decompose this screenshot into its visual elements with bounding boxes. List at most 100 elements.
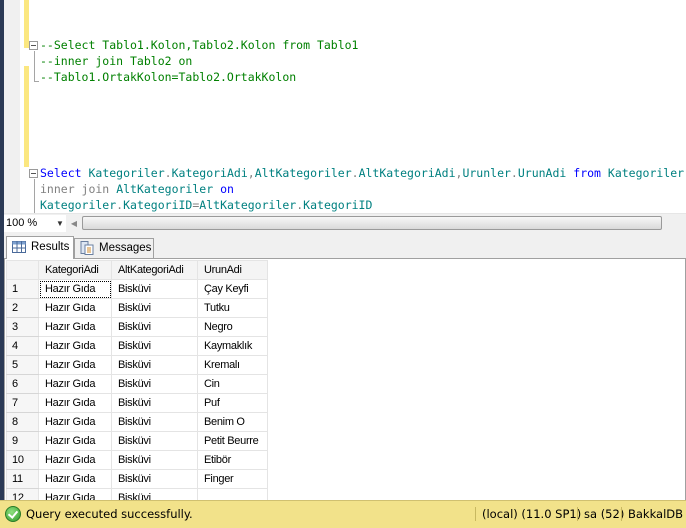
collapse-icon[interactable] (29, 41, 38, 50)
grid-cell[interactable]: Bisküvi (111, 488, 198, 500)
column-header[interactable]: AltKategoriAdi (111, 260, 198, 280)
grid-cell[interactable]: Bisküvi (111, 279, 198, 299)
grid-cell[interactable]: Hazır Gıda (38, 450, 112, 470)
row-number[interactable]: 12 (6, 488, 39, 500)
grid-cell[interactable]: Puf (197, 393, 268, 413)
grid-cell[interactable]: Finger (197, 469, 268, 489)
code-token: AltKategoriAdi (358, 166, 456, 180)
code-token: Select (40, 166, 82, 180)
fold-guide (34, 51, 35, 81)
grid-cell[interactable]: Hazır Gıda (38, 298, 112, 318)
grid-cell[interactable]: Kremalı (197, 355, 268, 375)
grid-cell[interactable]: Bisküvi (111, 412, 198, 432)
grid-cell[interactable]: Cin (197, 374, 268, 394)
grid-header-row: KategoriAdi AltKategoriAdi UrunAdi (6, 260, 268, 280)
code-token: --Select Tablo1.Kolon,Tablo2.Kolon from … (40, 38, 359, 52)
row-number-header[interactable] (6, 260, 39, 280)
grid-cell[interactable]: Bisküvi (111, 374, 198, 394)
grid-cell[interactable]: Bisküvi (111, 336, 198, 356)
grid-icon (12, 241, 26, 253)
grid-cell[interactable]: Negro (197, 317, 268, 337)
grid-cell[interactable]: Bisküvi (111, 355, 198, 375)
grid-cell[interactable]: Hazır Gıda (38, 488, 112, 500)
row-number[interactable]: 7 (6, 393, 39, 413)
tab-messages[interactable]: Messages (74, 238, 154, 258)
row-number[interactable]: 5 (6, 355, 39, 375)
table-row[interactable]: 12 Hazır Gıda Bisküvi (6, 488, 268, 500)
query-editor[interactable]: --Select Tablo1.Kolon,Tablo2.Kolon from … (4, 0, 686, 213)
collapse-icon[interactable] (29, 169, 38, 178)
grid-cell[interactable]: Bisküvi (111, 469, 198, 489)
horizontal-scrollbar-thumb[interactable] (82, 216, 662, 230)
chevron-down-icon[interactable]: ▼ (54, 215, 66, 232)
grid-cell[interactable]: Çay Keyfi (197, 279, 268, 299)
grid-cell[interactable]: Hazır Gıda (38, 336, 112, 356)
column-header[interactable]: UrunAdi (197, 260, 268, 280)
table-row[interactable]: 1 Hazır Gıda Bisküvi Çay Keyfi (6, 279, 268, 299)
table-row[interactable]: 7 Hazır Gıda Bisküvi Puf (6, 393, 268, 413)
table-row[interactable]: 10 Hazır Gıda Bisküvi Etibör (6, 450, 268, 470)
grid-cell[interactable]: Bisküvi (111, 450, 198, 470)
code-token: Kategoriler (607, 166, 685, 180)
grid-cell[interactable]: Hazır Gıda (38, 355, 112, 375)
select-statement-block: Select Kategoriler.KategoriAdi,AltKatego… (29, 165, 686, 213)
messages-icon (80, 241, 94, 255)
table-row[interactable]: 11 Hazır Gıda Bisküvi Finger (6, 469, 268, 489)
grid-cell[interactable]: Bisküvi (111, 393, 198, 413)
grid-cell[interactable]: Bisküvi (111, 298, 198, 318)
grid-cell[interactable] (197, 488, 268, 500)
code-token: on (220, 182, 234, 196)
code-token: . (351, 166, 359, 180)
row-number[interactable]: 2 (6, 298, 39, 318)
code-token: Urunler (462, 166, 511, 180)
grid-cell[interactable]: Hazır Gıda (38, 412, 112, 432)
results-grid[interactable]: KategoriAdi AltKategoriAdi UrunAdi 1 Hazı… (4, 258, 686, 500)
grid-cell[interactable]: Petit Beurre (197, 431, 268, 451)
code-token: inner join (40, 182, 110, 196)
editor-footer-bar: 100 % ▼ ◀ (4, 213, 686, 232)
table-row[interactable]: 6 Hazır Gıda Bisküvi Cin (6, 374, 268, 394)
code-area[interactable]: --Select Tablo1.Kolon,Tablo2.Kolon from … (29, 5, 686, 213)
row-number[interactable]: 9 (6, 431, 39, 451)
grid-cell[interactable]: Bisküvi (111, 317, 198, 337)
row-number[interactable]: 6 (6, 374, 39, 394)
status-database: BakkalDB (621, 507, 683, 521)
code-token: , (247, 166, 255, 180)
code-token: Kategoriler (88, 166, 165, 180)
column-header[interactable]: KategoriAdi (38, 260, 112, 280)
status-message: Query executed successfully. (26, 507, 193, 521)
row-number[interactable]: 8 (6, 412, 39, 432)
grid-cell[interactable]: Bisküvi (111, 431, 198, 451)
code-token: AltKategoriler (116, 182, 214, 196)
grid-cell[interactable]: Hazır Gıda (38, 317, 112, 337)
grid-cell[interactable]: Hazır Gıda (38, 469, 112, 489)
table-row[interactable]: 2 Hazır Gıda Bisküvi Tutku (6, 298, 268, 318)
grid-cell[interactable]: Benim O (197, 412, 268, 432)
row-number[interactable]: 3 (6, 317, 39, 337)
row-number[interactable]: 10 (6, 450, 39, 470)
row-number[interactable]: 1 (6, 279, 39, 299)
grid-cell[interactable]: Tutku (197, 298, 268, 318)
tab-messages-label: Messages (99, 242, 152, 254)
code-token: Kategoriler (40, 198, 117, 212)
table-row[interactable]: 5 Hazır Gıda Bisküvi Kremalı (6, 355, 268, 375)
grid-cell[interactable]: Kaymaklık (197, 336, 268, 356)
grid-cell[interactable]: Etibör (197, 450, 268, 470)
row-number[interactable]: 4 (6, 336, 39, 356)
grid-cell[interactable]: Hazır Gıda (38, 279, 112, 299)
grid-cell[interactable]: Hazır Gıda (38, 431, 112, 451)
tab-results[interactable]: Results (6, 236, 74, 259)
table-row[interactable]: 3 Hazır Gıda Bisküvi Negro (6, 317, 268, 337)
grid-cell[interactable]: Hazır Gıda (38, 374, 112, 394)
row-number[interactable]: 11 (6, 469, 39, 489)
fold-guide (34, 179, 35, 213)
grid-cell[interactable]: Hazır Gıda (38, 393, 112, 413)
code-line: --Tablo1.OrtakKolon=Tablo2.OrtakKolon (30, 69, 686, 85)
table-row[interactable]: 4 Hazır Gıda Bisküvi Kaymaklık (6, 336, 268, 356)
code-token: --inner join Tablo2 on (40, 54, 193, 68)
scroll-left-arrow-icon[interactable]: ◀ (68, 215, 80, 232)
table-row[interactable]: 8 Hazır Gıda Bisküvi Benim O (6, 412, 268, 432)
table-row[interactable]: 9 Hazır Gıda Bisküvi Petit Beurre (6, 431, 268, 451)
